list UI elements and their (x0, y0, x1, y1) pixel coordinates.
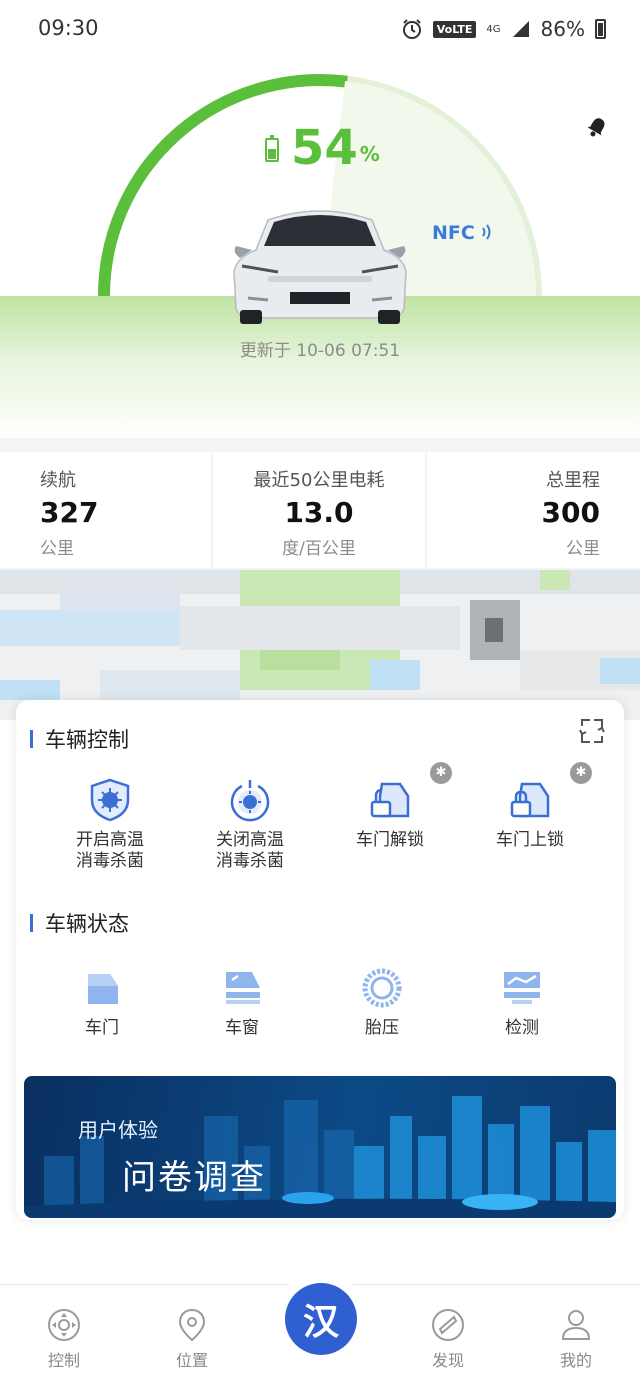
city-skyline-illustration (24, 1096, 616, 1218)
map-block (60, 590, 180, 610)
stat-value: 327 (40, 496, 99, 529)
door-unlock-icon (370, 782, 410, 818)
status-label: 车窗 (225, 1018, 259, 1038)
vehicle-hero: 54 % NFC 更新于 10-06 07:51 (0, 58, 640, 438)
map-block (0, 680, 60, 700)
sterilize-on-icon (90, 778, 130, 822)
soc-value: 54 (291, 120, 358, 176)
control-label-line1: 关闭高温 (216, 830, 284, 850)
door-lock-button[interactable]: 车门上锁 (460, 776, 600, 851)
door-lock-icon (510, 782, 550, 818)
signal-icon (512, 21, 529, 37)
map-block (485, 618, 503, 642)
map-block (600, 658, 640, 684)
tire-icon (362, 968, 402, 1008)
stat-unit: 公里 (40, 539, 74, 559)
battery-percent: 86% (540, 17, 585, 41)
stats-row: 续航 327 公里 最近50公里电耗 13.0 度/百公里 总里程 300 公里 (0, 438, 640, 570)
status-inspection-button[interactable]: 检测 (452, 964, 592, 1039)
vehicle-status-title: 车辆状态 (30, 908, 129, 938)
status-label: 车门 (85, 1018, 119, 1038)
stat-label: 最近50公里电耗 (253, 470, 385, 491)
nav-center-label: 汉 (302, 1302, 339, 1343)
battery-small-icon (265, 135, 279, 162)
stat-value: 300 (541, 496, 600, 529)
soc-unit: % (359, 142, 380, 166)
location-map[interactable] (0, 570, 640, 720)
nav-profile[interactable]: 我的 (526, 1307, 626, 1371)
map-block (540, 570, 570, 590)
stat-consumption: 最近50公里电耗 13.0 度/百公里 (213, 452, 425, 568)
sterilize-off-button[interactable]: 关闭高温 消毒杀菌 (180, 776, 320, 872)
banner-title: 问卷调查 (122, 1158, 266, 1198)
nav-label: 控制 (47, 1351, 80, 1370)
banner-subtitle: 用户体验 (78, 1118, 158, 1142)
status-time: 09:30 (38, 16, 99, 40)
status-tire-button[interactable]: 胎压 (312, 964, 452, 1039)
bluetooth-badge-icon: ✱ (430, 762, 452, 784)
stat-range: 续航 327 公里 (0, 452, 211, 568)
swap-layout-icon[interactable] (578, 716, 606, 746)
sterilize-on-button[interactable]: 开启高温 消毒杀菌 (40, 776, 180, 872)
status-door-button[interactable]: 车门 (32, 964, 172, 1039)
car-image (233, 210, 407, 324)
nfc-button[interactable]: NFC (432, 222, 495, 244)
user-icon (561, 1310, 591, 1340)
status-window-button[interactable]: 车窗 (172, 964, 312, 1039)
bottom-navigation: 控制 位置 汉 发现 我的 (0, 1283, 640, 1386)
volte-badge: VoLTE (432, 20, 477, 38)
bluetooth-badge-icon: ✱ (570, 762, 592, 784)
nav-label: 发现 (431, 1351, 464, 1370)
nfc-label: NFC (432, 222, 475, 244)
map-block (370, 660, 420, 690)
map-block (0, 610, 180, 646)
stat-label: 续航 (40, 470, 76, 491)
dpad-icon (48, 1309, 80, 1341)
control-label-line1: 开启高温 (76, 830, 144, 850)
battery-icon (595, 19, 606, 39)
location-pin-icon (178, 1308, 206, 1342)
stat-value: 13.0 (284, 496, 354, 529)
stat-odometer: 总里程 300 公里 (427, 452, 640, 568)
compass-icon (432, 1309, 464, 1341)
door-unlock-button[interactable]: 车门解锁 (320, 776, 460, 851)
status-bar: 09:30 VoLTE 4G 86% (0, 0, 640, 58)
stat-unit: 公里 (566, 539, 600, 559)
survey-banner[interactable]: 用户体验 问卷调查 (24, 1076, 616, 1218)
control-label-line1: 车门解锁 (356, 830, 424, 850)
window-icon (226, 972, 260, 1004)
alarm-icon (402, 19, 421, 39)
map-block (100, 670, 240, 700)
nfc-waves-icon (482, 224, 491, 240)
control-label-line2: 消毒杀菌 (76, 851, 144, 871)
door-icon (88, 974, 118, 1004)
stat-label: 总里程 (546, 470, 600, 491)
nav-label: 位置 (175, 1351, 208, 1370)
network-label: 4G (486, 23, 501, 35)
title-accent-bar (30, 730, 33, 748)
nav-discover[interactable]: 发现 (398, 1307, 498, 1371)
control-label-line1: 车门上锁 (496, 830, 564, 850)
section-title-text: 车辆状态 (45, 912, 129, 936)
sterilize-off-icon (230, 780, 270, 822)
inspection-icon (504, 972, 540, 1004)
control-label-line2: 消毒杀菌 (216, 851, 284, 871)
control-card: 车辆控制 开启高温 消毒杀菌 关闭高温 消毒杀菌 车门解锁 ✱ 车门上锁 ✱ 车… (16, 700, 624, 1220)
nav-label: 我的 (559, 1351, 592, 1370)
vehicle-control-title: 车辆控制 (30, 724, 129, 754)
state-of-charge: 54 % (265, 124, 380, 172)
section-title-text: 车辆控制 (45, 728, 129, 752)
stat-unit: 度/百公里 (282, 539, 356, 559)
update-time: 更新于 10-06 07:51 (239, 341, 401, 361)
status-icons: VoLTE 4G 86% (401, 14, 606, 44)
map-block (180, 606, 460, 650)
status-label: 胎压 (365, 1018, 399, 1038)
nav-home-han[interactable]: 汉 (285, 1283, 357, 1355)
status-label: 检测 (505, 1018, 539, 1038)
nav-control[interactable]: 控制 (14, 1307, 114, 1371)
notification-bell-icon[interactable] (584, 114, 610, 140)
nav-location[interactable]: 位置 (142, 1307, 242, 1371)
title-accent-bar (30, 914, 33, 932)
